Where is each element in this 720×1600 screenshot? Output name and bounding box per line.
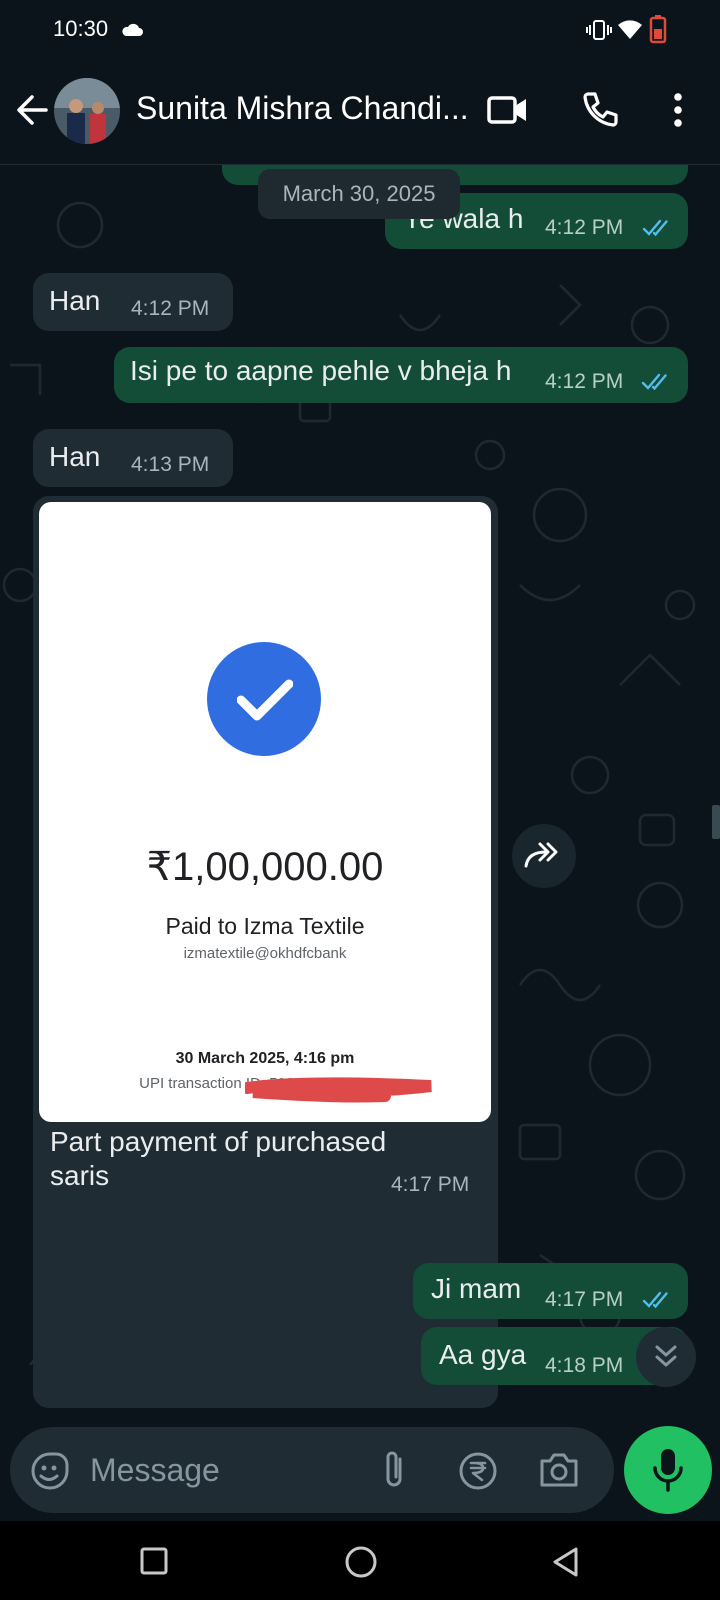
recents-icon[interactable]: [139, 1546, 169, 1576]
phone-icon[interactable]: [580, 90, 620, 130]
message-incoming[interactable]: Han 4:13 PM: [33, 429, 233, 487]
more-vert-icon[interactable]: [671, 92, 685, 128]
message-text: Han: [49, 285, 101, 316]
image-caption-line-1: Part payment of purchased: [50, 1126, 387, 1157]
message-time: 4:13 PM: [131, 453, 210, 476]
message-outgoing[interactable]: Ji mam 4:17 PM: [413, 1263, 688, 1319]
date-chip-label: March 30, 2025: [282, 181, 436, 206]
date-chip: March 30, 2025: [258, 169, 460, 219]
back-arrow-icon[interactable]: [14, 92, 50, 128]
message-outgoing[interactable]: Isi pe to aapne pehle v bheja h 4:12 PM: [114, 347, 688, 403]
payment-datetime: 30 March 2025, 4:16 pm: [175, 1050, 355, 1067]
read-receipt-icon: [642, 1291, 668, 1309]
message-time: 4:17 PM: [545, 1288, 624, 1311]
mic-button[interactable]: [624, 1426, 712, 1514]
read-receipt-icon: [641, 373, 667, 391]
composer-bar: Message: [0, 1426, 720, 1521]
vibrate-icon: [586, 20, 612, 40]
payment-amount: ₹1,00,000.00: [146, 845, 384, 889]
checkmark-icon: [237, 679, 293, 721]
attach-icon[interactable]: [380, 1449, 408, 1491]
home-icon[interactable]: [344, 1545, 378, 1579]
chat-header: Sunita Mishra Chandi...: [0, 60, 720, 165]
message-time: 4:12 PM: [545, 216, 624, 239]
payment-screenshot-image[interactable]: ₹1,00,000.00 Paid to Izma Textile izmate…: [39, 502, 491, 1122]
status-time: 10:30: [53, 16, 109, 41]
cloud-icon: [122, 23, 143, 36]
payment-recipient: Paid to Izma Textile: [165, 913, 365, 939]
message-time: 4:18 PM: [545, 1354, 624, 1377]
message-input-container[interactable]: Message: [10, 1427, 614, 1513]
check-circle: [207, 642, 321, 756]
wifi-icon: [618, 20, 642, 39]
forward-icon: [524, 842, 558, 868]
message-time: 4:12 PM: [131, 297, 210, 320]
avatar[interactable]: [54, 78, 120, 144]
image-caption-line-2: saris: [50, 1160, 110, 1191]
message-incoming[interactable]: Han 4:12 PM: [33, 273, 233, 331]
double-chevron-down-icon: [655, 1345, 677, 1367]
payment-upi-id: izmatextile@okhdfcbank: [183, 945, 347, 962]
mic-icon: [653, 1449, 683, 1492]
redaction-scribble: [245, 1077, 432, 1103]
message-text: Isi pe to aapne pehle v bheja h: [130, 355, 512, 386]
back-nav-icon[interactable]: [551, 1546, 581, 1578]
message-text: Ji mam: [431, 1273, 522, 1304]
rupee-payment-icon[interactable]: [458, 1451, 498, 1491]
scrollbar-thumb[interactable]: [712, 805, 720, 839]
read-receipt-icon: [642, 219, 668, 237]
message-time: 4:12 PM: [545, 370, 624, 393]
message-time: 4:17 PM: [391, 1173, 470, 1196]
status-bar: 10:30: [0, 0, 720, 60]
battery-icon: [649, 15, 667, 44]
scroll-to-bottom-button[interactable]: [636, 1327, 696, 1387]
message-text: Han: [49, 441, 101, 472]
forward-button[interactable]: [512, 824, 576, 888]
video-call-icon[interactable]: [487, 92, 529, 128]
message-input[interactable]: Message: [90, 1452, 220, 1489]
camera-icon[interactable]: [538, 1451, 580, 1489]
chat-area[interactable]: Ye wala h 4:12 PM March 30, 2025 Han 4:1…: [0, 165, 720, 1427]
contact-name[interactable]: Sunita Mishra Chandi...: [136, 90, 469, 127]
message-text: Aa gya: [439, 1339, 527, 1370]
emoji-sticker-icon[interactable]: [30, 1451, 70, 1491]
system-nav-bar: [0, 1521, 720, 1600]
